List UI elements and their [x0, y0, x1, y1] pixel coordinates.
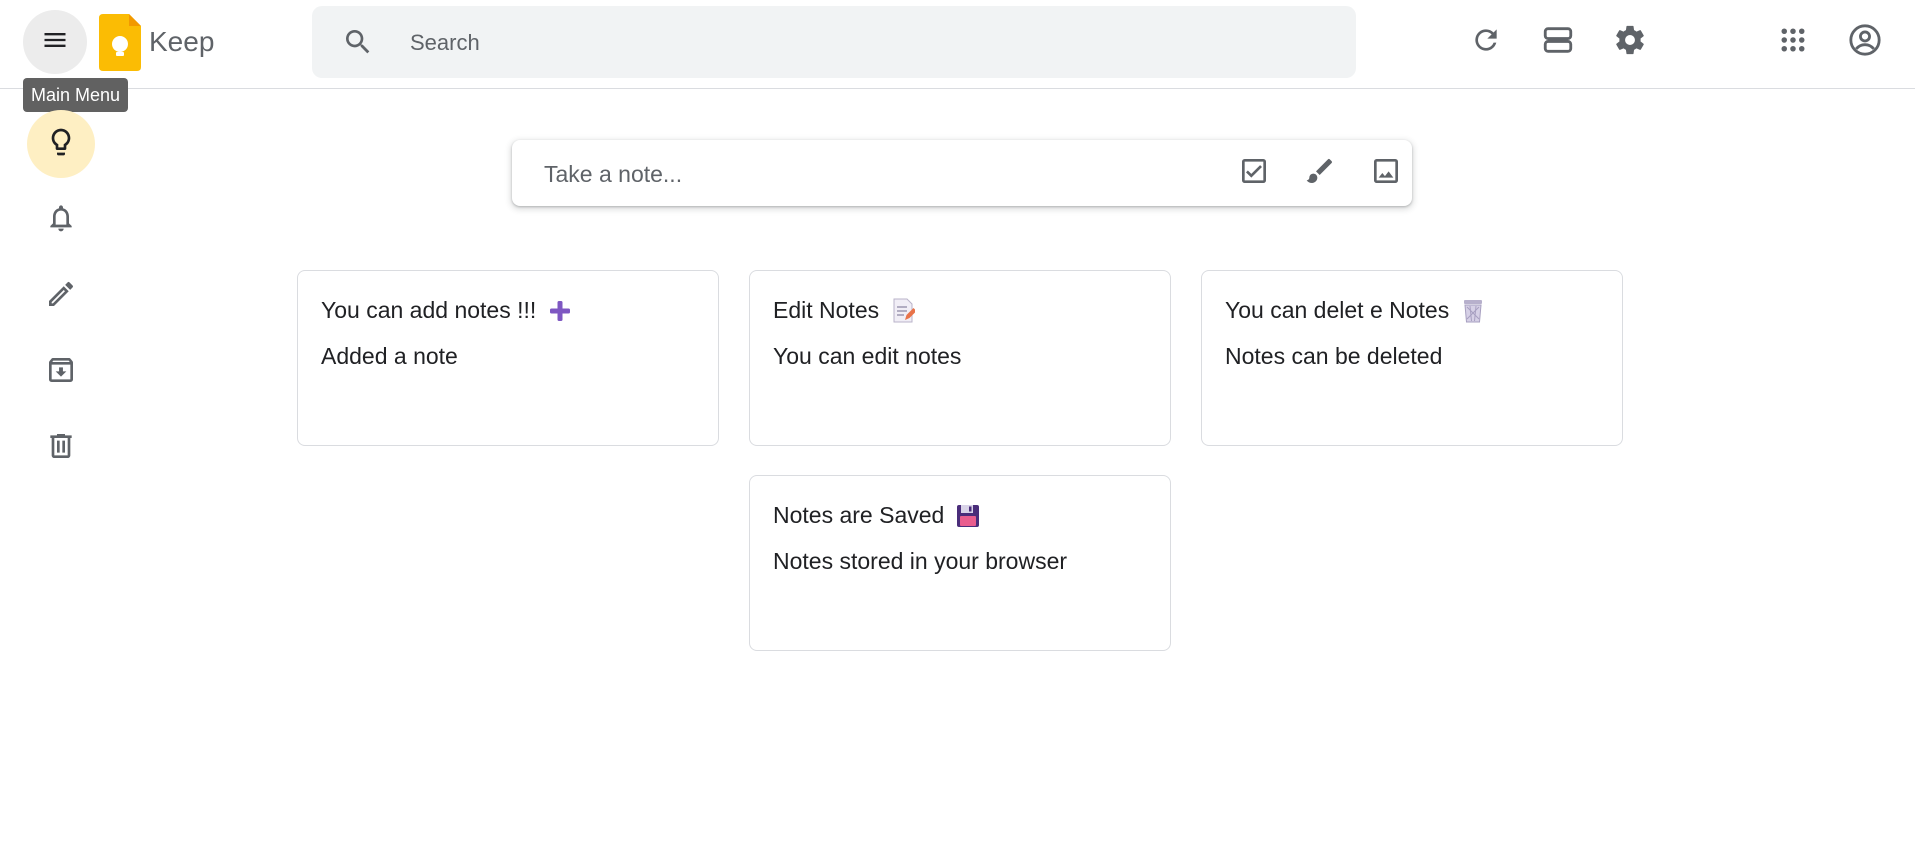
note-title-row: You can add notes !!! — [321, 297, 572, 324]
sidebar-item-edit-labels[interactable] — [27, 262, 95, 330]
search-icon[interactable] — [342, 26, 374, 63]
note-body: You can edit notes — [773, 343, 962, 369]
list-view-button[interactable] — [1533, 17, 1583, 67]
note-card[interactable]: You can add notes !!! Added a note — [297, 270, 719, 446]
heavy-plus-icon — [548, 299, 572, 323]
note-title: You can add notes !!! — [321, 297, 537, 323]
note-card[interactable]: You can delet e Notes Notes can be delet… — [1201, 270, 1623, 446]
sidebar-item-notes[interactable] — [27, 110, 95, 178]
main-menu-tooltip: Main Menu — [23, 78, 129, 112]
refresh-button[interactable] — [1461, 17, 1511, 67]
note-title-row: Edit Notes — [773, 297, 916, 324]
bell-icon — [45, 202, 77, 239]
app-name: Keep — [149, 26, 215, 57]
apps-button[interactable] — [1768, 17, 1818, 67]
wastebasket-icon — [1461, 298, 1485, 324]
archive-icon — [45, 354, 77, 391]
note-title-row: Notes are Saved — [773, 502, 980, 529]
sidebar-item-reminders[interactable] — [27, 186, 95, 254]
pencil-icon — [45, 278, 77, 315]
new-drawing-button[interactable] — [1296, 149, 1344, 197]
image-icon — [1370, 155, 1402, 192]
sidebar-item-trash[interactable] — [27, 414, 95, 482]
keep-logo-icon — [99, 14, 141, 71]
lightbulb-icon — [45, 126, 77, 163]
sidebar-item-archive[interactable] — [27, 338, 95, 406]
note-title: Notes are Saved — [773, 502, 945, 528]
refresh-icon — [1470, 24, 1502, 61]
account-button[interactable] — [1840, 17, 1890, 67]
brush-icon — [1304, 155, 1336, 192]
search-input[interactable] — [408, 6, 1332, 80]
note-title: You can delet e Notes — [1225, 297, 1450, 323]
memo-icon — [891, 298, 916, 324]
note-card[interactable]: Edit Notes You can edit notes — [749, 270, 1171, 446]
take-note-bar[interactable] — [512, 140, 1412, 208]
list-view-icon — [1541, 23, 1575, 62]
hamburger-menu-icon — [41, 26, 69, 59]
checkbox-icon — [1238, 155, 1270, 192]
note-card[interactable]: Notes are Saved Notes stored in your bro… — [749, 475, 1171, 651]
apps-grid-icon — [1778, 25, 1808, 60]
note-title-row: You can delet e Notes — [1225, 297, 1485, 324]
gear-icon — [1613, 23, 1647, 62]
note-body: Notes can be deleted — [1225, 343, 1443, 369]
settings-button[interactable] — [1605, 17, 1655, 67]
account-circle-icon — [1848, 23, 1882, 62]
new-image-button[interactable] — [1362, 149, 1410, 197]
floppy-disk-icon — [956, 504, 980, 528]
main-menu-button[interactable] — [23, 10, 87, 74]
note-body: Added a note — [321, 343, 458, 369]
new-list-button[interactable] — [1230, 149, 1278, 197]
search-bar[interactable] — [312, 6, 1356, 80]
note-title: Edit Notes — [773, 297, 880, 323]
note-body: Notes stored in your browser — [773, 548, 1068, 574]
trash-icon — [45, 430, 77, 467]
top-bar: Keep — [0, 0, 1915, 89]
take-note-input[interactable] — [542, 140, 1166, 208]
